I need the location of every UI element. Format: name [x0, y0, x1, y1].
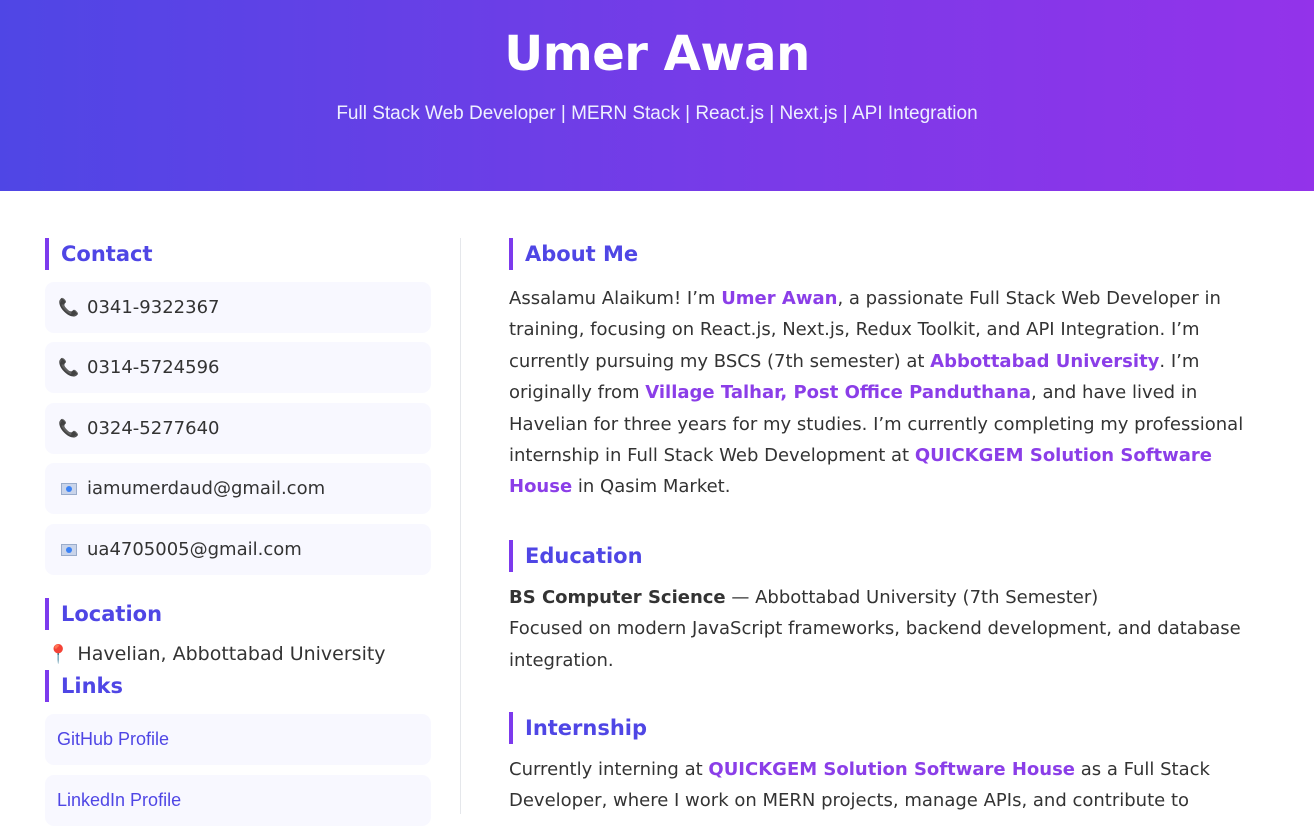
column-divider — [460, 238, 461, 814]
degree-name: BS Computer Science — [509, 586, 726, 608]
about-paragraph: Assalamu Alaikum! I’m Umer Awan, a passi… — [509, 288, 1244, 498]
phone-icon: 📞 — [58, 418, 80, 439]
phone-icon: 📞 — [58, 297, 80, 318]
education-focus: Focused on modern JavaScript frameworks,… — [509, 618, 1241, 671]
contact-heading: Contact — [45, 238, 431, 270]
contact-text: 0341-9322367 — [87, 297, 220, 318]
education-heading: Education — [509, 539, 1279, 572]
contact-email-2[interactable]: ua4705005@gmail.com — [45, 524, 431, 575]
contact-phone-2[interactable]: 📞 0314-5724596 — [45, 342, 431, 393]
links-heading: Links — [45, 670, 431, 702]
page-header: Umer Awan Full Stack Web Developer | MER… — [0, 0, 1314, 191]
sidebar: Contact 📞 0341-9322367 📞 0314-5724596 📞 … — [45, 238, 431, 826]
page-title: Umer Awan — [504, 26, 810, 82]
location-line: 📍 Havelian, Abbottabad University — [45, 643, 386, 665]
contact-phone-1[interactable]: 📞 0341-9322367 — [45, 282, 431, 333]
location-pin-icon: 📍 — [47, 643, 70, 665]
about-heading: About Me — [509, 238, 1279, 270]
email-icon — [59, 482, 79, 495]
location-text: Havelian, Abbottabad University — [77, 643, 386, 665]
contact-text: 0314-5724596 — [87, 357, 220, 378]
linkedin-profile-link[interactable]: LinkedIn Profile — [45, 775, 431, 826]
contact-text: ua4705005@gmail.com — [87, 539, 302, 560]
contact-text: iamumerdaud@gmail.com — [87, 478, 326, 499]
internship-heading: Internship — [509, 712, 1279, 745]
phone-icon: 📞 — [58, 357, 80, 378]
page-subtitle: Full Stack Web Developer | MERN Stack | … — [336, 103, 978, 124]
highlight-company: QUICKGEM Solution Software House — [708, 759, 1076, 781]
internship-paragraph: Currently interning at QUICKGEM Solution… — [509, 759, 1210, 812]
github-profile-link[interactable]: GitHub Profile — [45, 714, 431, 765]
main-content: About Me Assalamu Alaikum! I’m Umer Awan… — [509, 238, 1279, 817]
highlight-name: Umer Awan — [721, 288, 838, 309]
email-icon — [59, 543, 79, 556]
education-paragraph: BS Computer Science — Abbottabad Univers… — [509, 586, 1241, 671]
contact-text: 0324-5277640 — [87, 418, 220, 439]
contact-email-1[interactable]: iamumerdaud@gmail.com — [45, 463, 431, 514]
highlight-village: Village Talhar, Post Office Panduthana — [645, 382, 1032, 404]
contact-phone-3[interactable]: 📞 0324-5277640 — [45, 403, 431, 454]
highlight-university: Abbottabad University — [930, 350, 1160, 372]
location-heading: Location — [45, 598, 431, 630]
